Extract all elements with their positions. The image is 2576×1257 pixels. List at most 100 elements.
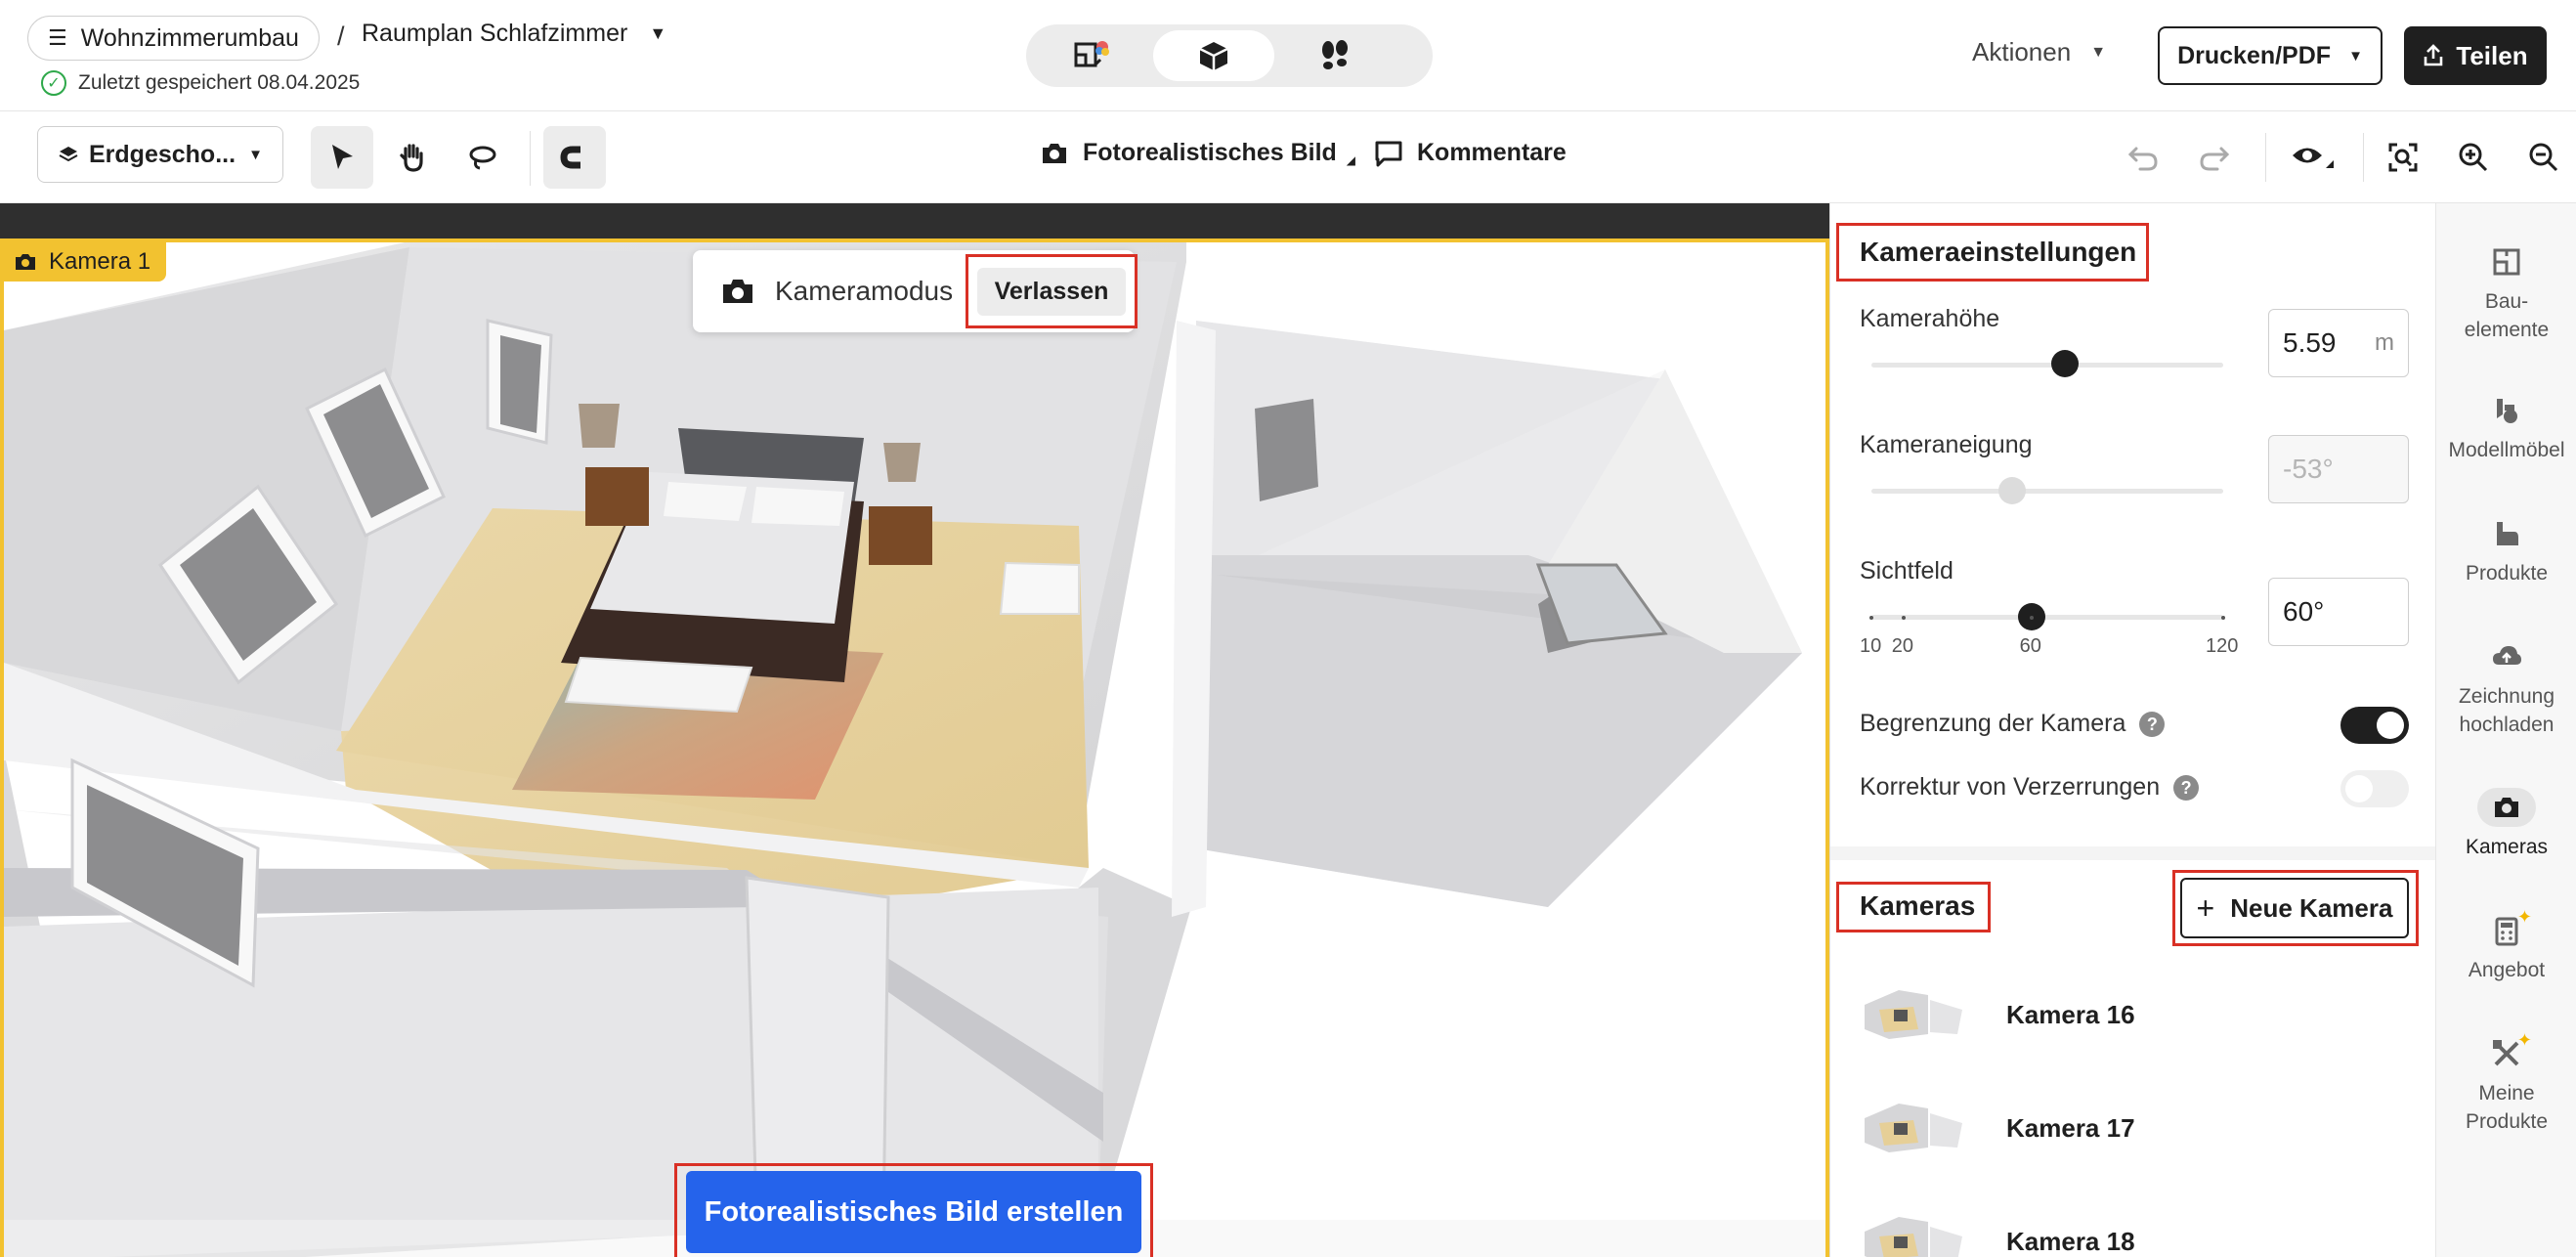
- fov-label: Sichtfeld: [1860, 557, 1953, 585]
- zoom-in-button[interactable]: [2451, 135, 2496, 180]
- rail-item-building-elements[interactable]: Bau- elemente: [2436, 242, 2576, 344]
- camera-name: Kamera 18: [2006, 1226, 2135, 1256]
- rail-label: Produkte: [2465, 562, 2549, 585]
- camera-icon: [1043, 143, 1066, 163]
- breadcrumb-separator: /: [337, 22, 345, 51]
- building-elements-icon: [2487, 242, 2526, 282]
- share-button[interactable]: Teilen: [2404, 26, 2547, 85]
- fov-tick-mark: [1901, 616, 1906, 620]
- visibility-menu[interactable]: [2285, 135, 2343, 180]
- fov-tick-label: 120: [2206, 635, 2239, 657]
- comments-button[interactable]: Kommentare: [1374, 139, 1567, 167]
- 3d-box-icon: [1199, 42, 1228, 70]
- chevron-down-icon: ▼: [2348, 47, 2363, 65]
- cameras-title: Kameras: [1860, 890, 1976, 921]
- help-icon[interactable]: ?: [2173, 775, 2200, 802]
- camera-mode-label: Kameramodus: [775, 276, 954, 306]
- chevron-down-icon: ▼: [248, 146, 263, 163]
- distortion-correction-text: Korrektur von Verzerrungen: [1860, 773, 2161, 801]
- fov-tick-label: 60: [2019, 635, 2041, 657]
- panel-divider: [1830, 846, 2436, 860]
- fov-input[interactable]: 60°: [2268, 578, 2409, 646]
- chevron-down-icon: ▼: [2090, 43, 2107, 61]
- camera-height-unit: m: [2375, 329, 2394, 356]
- camera-list-item[interactable]: Kamera 16: [1860, 975, 2407, 1054]
- actions-menu[interactable]: Aktionen ▼: [1972, 37, 2106, 67]
- rail-item-model-furniture[interactable]: Modellmöbel: [2436, 391, 2576, 464]
- toolbar-divider: [2265, 133, 2266, 182]
- help-icon[interactable]: ?: [2139, 712, 2166, 738]
- page-selector[interactable]: Raumplan Schlafzimmer ▼: [362, 20, 666, 48]
- pan-tool[interactable]: [381, 126, 444, 189]
- rail-label: Kameras: [2465, 836, 2549, 858]
- new-camera-button[interactable]: + Neue Kamera: [2180, 878, 2409, 938]
- tools-rail: Bau- elemente Modellmöbel Produkte Zeich…: [2435, 203, 2576, 1257]
- redo-button[interactable]: [2192, 135, 2237, 180]
- view-mode-walkthrough-button[interactable]: [1274, 30, 1395, 81]
- my-products-icon: ✦: [2487, 1030, 2532, 1073]
- fov-tick-mark: [1869, 616, 1873, 620]
- view-mode-2d-button[interactable]: [1032, 30, 1153, 81]
- camera-icon: [16, 254, 35, 270]
- rail-item-products[interactable]: Produkte: [2436, 514, 2576, 587]
- camera-height-slider-knob[interactable]: [2051, 350, 2079, 377]
- 2d-plan-icon: [1074, 41, 1109, 67]
- camera-tilt-value: -53°: [2283, 454, 2334, 484]
- project-breadcrumb-button[interactable]: ☰ Wohnzimmerumbau: [27, 16, 320, 61]
- top-header: ☰ Wohnzimmerumbau / Raumplan Schlafzimme…: [0, 0, 2576, 111]
- undo-button[interactable]: [2121, 135, 2166, 180]
- actions-label: Aktionen: [1972, 37, 2072, 66]
- zoom-out-icon: [2529, 143, 2558, 172]
- floor-selector[interactable]: Erdgescho... ▼: [37, 126, 283, 183]
- rail-item-cameras[interactable]: Kameras: [2436, 788, 2576, 861]
- fov-tick-label: 10: [1860, 635, 1882, 657]
- camera-thumbnail: [1865, 990, 1962, 1039]
- rail-item-quote[interactable]: ✦ Angebot: [2436, 907, 2576, 984]
- camera-settings-title: Kameraeinstellungen: [1860, 237, 2137, 267]
- floor-name: Erdgescho...: [89, 140, 236, 168]
- camera-height-value: 5.59: [2283, 327, 2337, 358]
- camera-height-slider[interactable]: [1871, 363, 2223, 368]
- camera-list-item[interactable]: Kamera 18: [1860, 1202, 2407, 1257]
- corner-triangle-icon: ◢: [1346, 152, 1356, 167]
- fov-tick-mark: [2221, 616, 2225, 620]
- model-furniture-icon: [2487, 391, 2526, 430]
- camera-limit-label: Begrenzung der Kamera?: [1860, 710, 2166, 738]
- fov-slider[interactable]: [1871, 615, 2223, 620]
- redo-icon: [2200, 147, 2230, 171]
- distortion-correction-toggle[interactable]: [2340, 770, 2409, 807]
- print-pdf-label: Drucken/PDF: [2177, 41, 2332, 69]
- active-camera-tag: Kamera 1: [4, 242, 167, 282]
- project-name: Wohnzimmerumbau: [80, 23, 299, 52]
- snap-toggle[interactable]: [543, 126, 606, 189]
- camera-tilt-input: -53°: [2268, 435, 2409, 503]
- zoom-out-button[interactable]: [2521, 135, 2566, 180]
- fit-screen-icon: [2388, 143, 2418, 172]
- camera-thumbnail: [1865, 1104, 1962, 1152]
- camera-limit-toggle[interactable]: [2340, 707, 2409, 744]
- camera-tilt-label: Kameraneigung: [1860, 431, 2033, 458]
- print-pdf-button[interactable]: Drucken/PDF ▼: [2158, 26, 2383, 85]
- menu-icon: ☰: [48, 25, 67, 50]
- toolbar-divider: [2363, 133, 2364, 182]
- view-mode-3d-button[interactable]: [1153, 30, 1274, 81]
- camera-list-item[interactable]: Kamera 17: [1860, 1089, 2407, 1167]
- lasso-tool[interactable]: [451, 126, 514, 189]
- rail-item-my-products[interactable]: ✦ Meine Produkte: [2436, 1030, 2576, 1136]
- render-button-highlight: Fotorealistisches Bild erstellen: [674, 1163, 1153, 1257]
- exit-camera-mode-button[interactable]: Verlassen: [966, 254, 1138, 328]
- rail-item-upload-drawing[interactable]: Zeichnung hochladen: [2436, 637, 2576, 739]
- select-tool[interactable]: [311, 126, 373, 189]
- photo-render-menu[interactable]: Fotorealistisches Bild ◢: [1040, 139, 1355, 167]
- create-photorealistic-image-button[interactable]: Fotorealistisches Bild erstellen: [686, 1171, 1141, 1253]
- camera-height-input[interactable]: 5.59 m: [2268, 309, 2409, 377]
- save-status: ✓ Zuletzt gespeichert 08.04.2025: [41, 70, 360, 96]
- 3d-viewport[interactable]: Kamera 1 Kameramodus Verlassen Fotoreali…: [0, 238, 1829, 1257]
- rail-label: Modellmöbel: [2448, 439, 2565, 461]
- fov-tick-mark: [2029, 616, 2034, 620]
- layers-icon: [59, 147, 78, 162]
- calculator-icon: ✦: [2487, 907, 2532, 950]
- chevron-down-icon: ▼: [649, 23, 667, 43]
- fit-screen-button[interactable]: [2381, 135, 2426, 180]
- walkthrough-feet-icon: [1322, 40, 1348, 69]
